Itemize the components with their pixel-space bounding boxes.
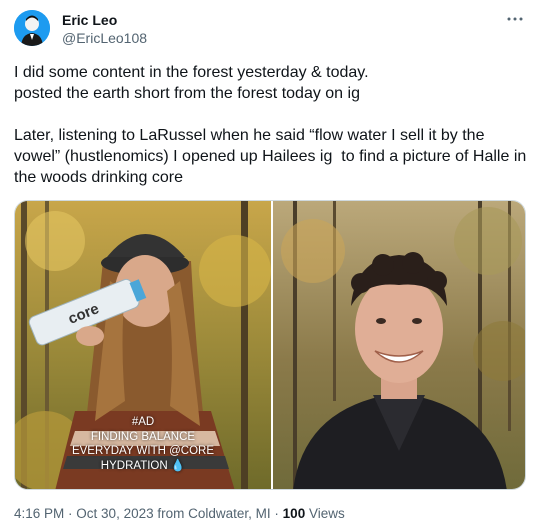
views-count: 100 [282,506,306,521]
tweet-date[interactable]: Oct 30, 2023 [76,506,153,521]
caption-line: HYDRATION 💧 [100,459,186,472]
tweet-text-line: I did some content in the forest yesterd… [14,64,369,81]
tweet-media[interactable]: core #AD FINDING BALANCE EVERYDAY WITH @… [14,200,526,490]
tweet-text-line: vowel” (hustlenomics) I opened up Hailee… [14,148,527,165]
profile-avatar-icon [14,10,50,46]
tweet-text-line: Later, listening to LaRussel when he sai… [14,127,485,144]
tweet-header: Eric Leo @EricLeo108 [14,10,526,50]
tweet-text: I did some content in the forest yesterd… [14,62,528,188]
tweet-card[interactable]: Eric Leo @EricLeo108 I did some content … [0,0,540,530]
more-dots-icon[interactable] [506,10,524,28]
tweet-location: from Coldwater, MI [157,506,271,521]
media-photo-right[interactable] [273,201,525,489]
author-name[interactable]: Eric Leo [62,12,117,29]
meta-separator: · [274,506,283,521]
caption-line: #AD [131,416,155,428]
tweet-time[interactable]: 4:16 PM [14,506,64,521]
author-handle[interactable]: @EricLeo108 [62,30,147,47]
media-photo-left[interactable]: core #AD FINDING BALANCE EVERYDAY WITH @… [15,201,271,489]
tweet-text-line: the woods drinking core [14,169,183,186]
caption-line: EVERYDAY WITH @CORE [71,445,215,457]
views-label: Views [308,506,345,521]
tweet-text-line: posted the earth short from the forest t… [14,85,360,102]
caption-line: FINDING BALANCE [90,430,196,443]
forest-photo-selfie [273,201,525,489]
tweet-meta: 4:16 PM · Oct 30, 2023 from Coldwater, M… [14,505,345,523]
sponsored-caption: #AD FINDING BALANCE EVERYDAY WITH @CORE … [15,415,271,473]
avatar[interactable] [14,10,50,46]
